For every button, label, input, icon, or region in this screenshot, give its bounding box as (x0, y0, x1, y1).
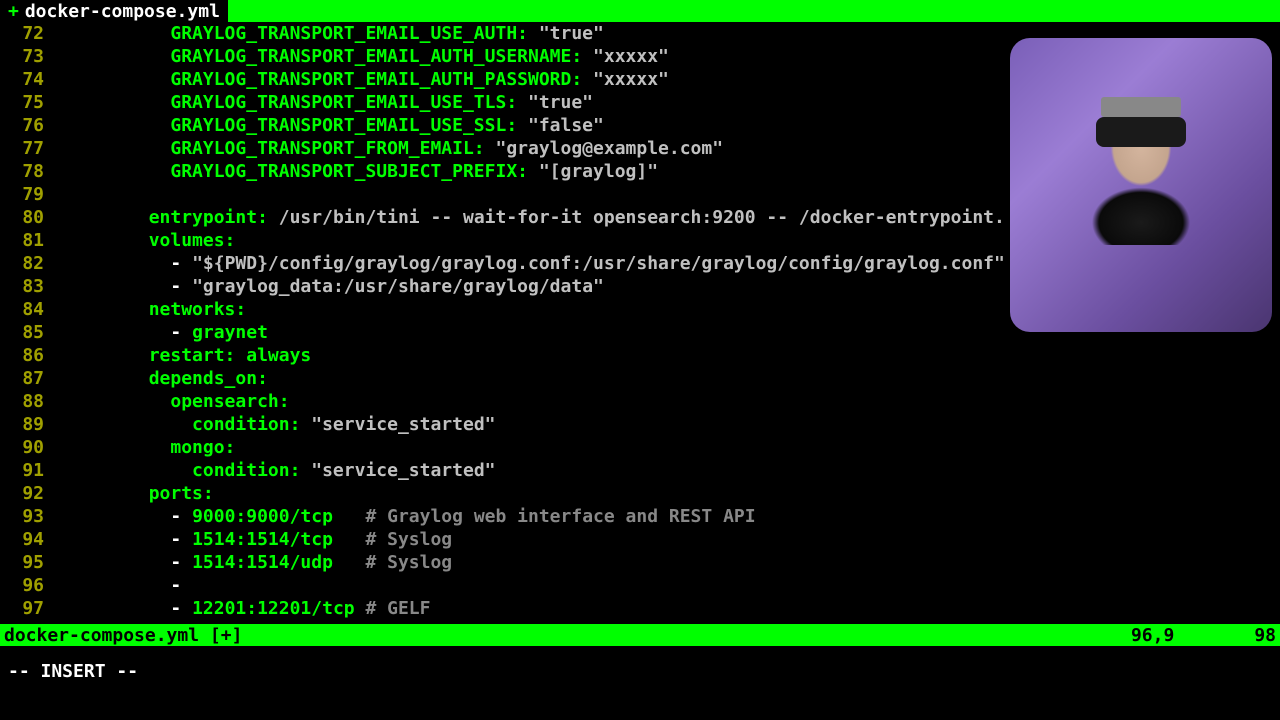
tab-title: docker-compose.yml (25, 0, 220, 23)
code-content: - 1514:1514/tcp # Syslog (62, 528, 1280, 551)
status-percent: 98 (1254, 624, 1276, 647)
line-number: 80 (0, 206, 62, 229)
line-number: 75 (0, 91, 62, 114)
code-content: mongo: (62, 436, 1280, 459)
mode-indicator: -- INSERT -- (0, 646, 1280, 696)
line-number: 91 (0, 459, 62, 482)
line-number: 89 (0, 413, 62, 436)
code-content: opensearch: (62, 390, 1280, 413)
line-number: 96 (0, 574, 62, 597)
tab-bar: + docker-compose.yml (0, 0, 1280, 22)
line-number: 84 (0, 298, 62, 321)
code-content: - (62, 574, 1280, 597)
line-number: 95 (0, 551, 62, 574)
line-number: 94 (0, 528, 62, 551)
code-line[interactable]: 97 - 12201:12201/tcp # GELF (0, 597, 1280, 620)
line-number: 82 (0, 252, 62, 275)
code-content: depends_on: (62, 367, 1280, 390)
code-line[interactable]: 96 - (0, 574, 1280, 597)
line-number: 77 (0, 137, 62, 160)
line-number: 87 (0, 367, 62, 390)
line-number: 74 (0, 68, 62, 91)
line-number: 76 (0, 114, 62, 137)
tab-active[interactable]: + docker-compose.yml (0, 0, 228, 22)
line-number: 73 (0, 45, 62, 68)
line-number: 83 (0, 275, 62, 298)
line-number: 86 (0, 344, 62, 367)
code-line[interactable]: 93 - 9000:9000/tcp # Graylog web interfa… (0, 505, 1280, 528)
code-line[interactable]: 92 ports: (0, 482, 1280, 505)
code-line[interactable]: 95 - 1514:1514/udp # Syslog (0, 551, 1280, 574)
line-number: 97 (0, 597, 62, 620)
line-number: 85 (0, 321, 62, 344)
code-line[interactable]: 87 depends_on: (0, 367, 1280, 390)
line-number: 81 (0, 229, 62, 252)
status-cursor-pos: 96,9 (1131, 624, 1174, 647)
line-number: 79 (0, 183, 62, 206)
code-line[interactable]: 86 restart: always (0, 344, 1280, 367)
code-content: condition: "service_started" (62, 459, 1280, 482)
status-bar: docker-compose.yml [+] 96,9 98 (0, 624, 1280, 646)
line-number: 90 (0, 436, 62, 459)
code-content: condition: "service_started" (62, 413, 1280, 436)
line-number: 93 (0, 505, 62, 528)
tab-modified-marker: + (8, 0, 19, 23)
code-content: ports: (62, 482, 1280, 505)
line-number: 78 (0, 160, 62, 183)
line-number: 72 (0, 22, 62, 45)
code-line[interactable]: 88 opensearch: (0, 390, 1280, 413)
code-content: - 12201:12201/tcp # GELF (62, 597, 1280, 620)
webcam-overlay (1010, 38, 1272, 332)
line-number: 88 (0, 390, 62, 413)
code-line[interactable]: 94 - 1514:1514/tcp # Syslog (0, 528, 1280, 551)
code-content: - 9000:9000/tcp # Graylog web interface … (62, 505, 1280, 528)
code-content: restart: always (62, 344, 1280, 367)
code-line[interactable]: 90 mongo: (0, 436, 1280, 459)
code-content: - 1514:1514/udp # Syslog (62, 551, 1280, 574)
code-line[interactable]: 89 condition: "service_started" (0, 413, 1280, 436)
line-number: 92 (0, 482, 62, 505)
status-filename: docker-compose.yml [+] (4, 624, 242, 647)
code-line[interactable]: 91 condition: "service_started" (0, 459, 1280, 482)
